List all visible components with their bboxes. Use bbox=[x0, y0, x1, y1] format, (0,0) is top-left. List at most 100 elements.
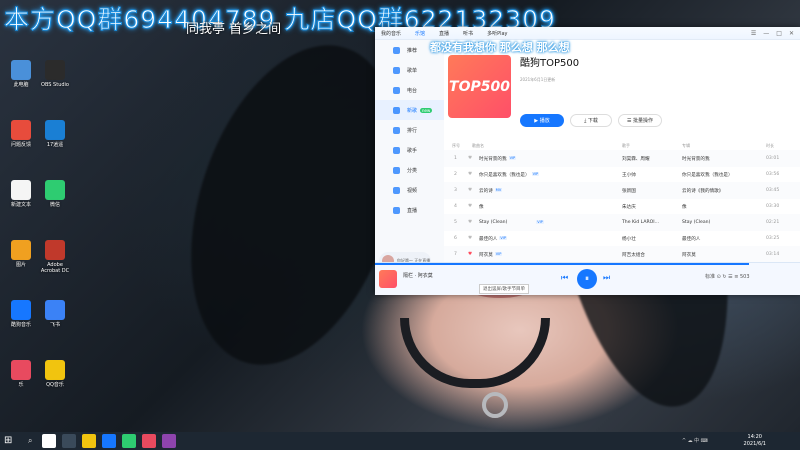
row-song[interactable]: 云的诗 bbox=[479, 188, 493, 194]
taskbar-app-icon[interactable] bbox=[162, 434, 177, 448]
batch-button[interactable]: ☰ 批量操作 bbox=[618, 114, 662, 127]
sidebar-item[interactable]: 直播 bbox=[375, 200, 444, 220]
tab-听书[interactable]: 听书 bbox=[463, 30, 473, 37]
row-artist[interactable]: 阿吉太组合 bbox=[622, 252, 645, 258]
desktop-icon[interactable]: 图片 bbox=[4, 240, 38, 268]
taskbar-app-icon[interactable] bbox=[102, 434, 117, 448]
next-icon[interactable]: ⏭ bbox=[603, 273, 610, 283]
row-artist[interactable]: 杨小壮 bbox=[622, 236, 636, 242]
row-artist[interactable]: 王小帅 bbox=[622, 172, 636, 178]
sidebar-item[interactable]: 排行 bbox=[375, 120, 444, 140]
sidebar-item[interactable]: 电台 bbox=[375, 80, 444, 100]
sidebar-item[interactable]: 新歌 new bbox=[375, 100, 444, 120]
download-button[interactable]: ⤓ 下载 bbox=[570, 114, 612, 127]
row-rank: 6 bbox=[454, 236, 457, 241]
prev-icon[interactable]: ⏮ bbox=[561, 273, 568, 283]
heart-icon[interactable]: ♥ bbox=[468, 156, 472, 161]
desktop-icon[interactable]: 飞书 bbox=[38, 300, 72, 328]
now-playing-art[interactable] bbox=[379, 270, 397, 288]
table-row[interactable]: 3 ♥ 云的诗 MV 张新国 云的诗《我的情歌》 03:45 bbox=[444, 182, 800, 199]
table-row[interactable]: 1 ♥ 时光背景的我 VIP 刘昊霖、周耀 时光背景的我 03:01 bbox=[444, 150, 800, 167]
heart-icon[interactable]: ♥ bbox=[468, 236, 472, 241]
row-artist[interactable]: 朱达庆 bbox=[622, 204, 636, 210]
sidebar-item[interactable]: 视频 bbox=[375, 180, 444, 200]
table-row[interactable]: 6 ♥ 最佳的人 VIP 杨小壮 最佳的人 03:25 bbox=[444, 230, 800, 247]
desktop-icon[interactable]: 酷狗音乐 bbox=[4, 300, 38, 328]
progress-bar[interactable] bbox=[375, 263, 749, 265]
sidebar-item-icon bbox=[393, 186, 400, 194]
row-album[interactable]: 像 bbox=[682, 204, 687, 210]
player-right-controls[interactable]: 标准 ⊙ ↻ ☰ ≡ 503 bbox=[705, 273, 750, 280]
row-song[interactable]: 最佳的人 bbox=[479, 236, 497, 242]
sidebar-item-icon bbox=[393, 126, 400, 134]
desktop-icon[interactable]: 新建文本 bbox=[4, 180, 38, 208]
heart-icon[interactable]: ♥ bbox=[468, 188, 472, 193]
close-icon[interactable]: ✕ bbox=[789, 30, 794, 37]
heart-icon[interactable]: ♥ bbox=[468, 172, 472, 177]
row-artist[interactable]: 张新国 bbox=[622, 188, 636, 194]
row-album[interactable]: 最佳的人 bbox=[682, 236, 700, 242]
row-album[interactable]: 阿衣莫 bbox=[682, 252, 696, 258]
player-bar: 隔栏 · 阿衣莫 退出竖屏/歌手节目单 ⏮ ⏸ ⏭ 标准 ⊙ ↻ ☰ ≡ 503 bbox=[375, 262, 800, 295]
playlist-cover[interactable]: TOP500 bbox=[448, 55, 511, 118]
now-playing-title: 隔栏 · 阿衣莫 bbox=[403, 273, 433, 279]
desktop-icon[interactable]: 此电脑 bbox=[4, 60, 38, 88]
row-rank: 1 bbox=[454, 156, 457, 161]
row-tag: VIP bbox=[494, 252, 503, 256]
row-song[interactable]: 阿衣莫 bbox=[479, 252, 493, 258]
row-tag: VIP bbox=[531, 172, 540, 176]
table-row[interactable]: 5 ♥ Stay (Clean) VIP The Kid LAROI... Stay (C… bbox=[444, 214, 800, 231]
desktop-icon-label: 新建文本 bbox=[10, 202, 31, 208]
heart-icon[interactable]: ♥ bbox=[468, 204, 472, 209]
system-tray[interactable]: ^ ☁ 中 ⌨ bbox=[682, 437, 708, 444]
row-album[interactable]: 你只是喜欢我（我也是） bbox=[682, 172, 733, 178]
taskbar-app-icon[interactable] bbox=[122, 434, 137, 448]
desktop-icon[interactable]: 乐 bbox=[4, 360, 38, 388]
sidebar-item[interactable]: 歌单 bbox=[375, 60, 444, 80]
row-song[interactable]: Stay (Clean) bbox=[479, 220, 507, 225]
maximize-icon[interactable]: □ bbox=[776, 30, 782, 37]
sidebar-item-icon bbox=[393, 46, 400, 54]
row-song[interactable]: 时光背景的我 bbox=[479, 156, 507, 162]
desktop-icon[interactable]: OBS Studio bbox=[38, 60, 72, 88]
sidebar-item-label: 视频 bbox=[407, 187, 418, 194]
desktop-icon[interactable]: 17逍遥 bbox=[38, 120, 72, 148]
clock[interactable]: 14:20 2021/6/1 bbox=[744, 434, 766, 448]
taskbar-app-icon[interactable] bbox=[82, 434, 97, 448]
row-album[interactable]: 云的诗《我的情歌》 bbox=[682, 188, 723, 194]
row-song[interactable]: 你只是喜欢我（我也是） bbox=[479, 172, 530, 178]
row-artist[interactable]: 刘昊霖、周耀 bbox=[622, 156, 650, 162]
heart-icon[interactable]: ♥ bbox=[468, 220, 472, 225]
table-row[interactable]: 2 ♥ 你只是喜欢我（我也是） VIP 王小帅 你只是喜欢我（我也是） 03:56 bbox=[444, 166, 800, 183]
table-row[interactable]: 7 ♥ 阿衣莫 VIP 阿吉太组合 阿衣莫 03:14 bbox=[444, 246, 800, 263]
desktop-icon[interactable]: Adobe Acrobat DC bbox=[38, 240, 72, 274]
sidebar-list: 推荐 歌单 电台 新歌 new 排行 歌手 分类 视频 直播 bbox=[375, 40, 444, 220]
sidebar-item[interactable]: 分类 bbox=[375, 160, 444, 180]
play-all-button[interactable]: ▶ 播放 bbox=[520, 114, 564, 127]
taskbar-app-icon[interactable] bbox=[142, 434, 157, 448]
taskbar-app-icon[interactable] bbox=[42, 434, 57, 448]
desktop-icon[interactable]: 微信 bbox=[38, 180, 72, 208]
row-artist[interactable]: The Kid LAROI... bbox=[622, 220, 659, 225]
header-song: 歌曲名 bbox=[472, 143, 484, 148]
tab-直播[interactable]: 直播 bbox=[439, 30, 449, 37]
minimize-icon[interactable]: — bbox=[763, 30, 769, 37]
sidebar-item[interactable]: 歌手 bbox=[375, 140, 444, 160]
row-album[interactable]: 时光背景的我 bbox=[682, 156, 710, 162]
row-album[interactable]: Stay (Clean) bbox=[682, 220, 710, 225]
search-icon[interactable]: ⌕ bbox=[28, 436, 32, 446]
sidebar-item-label: 歌单 bbox=[407, 67, 418, 74]
desktop-icon[interactable]: 问题反馈 bbox=[4, 120, 38, 148]
tab-乐馆[interactable]: 乐馆 bbox=[415, 30, 425, 37]
desktop-icon[interactable]: QQ音乐 bbox=[38, 360, 72, 388]
new-badge: new bbox=[420, 107, 433, 113]
taskbar-app-icon[interactable] bbox=[62, 434, 77, 448]
menu-icon[interactable]: ☰ bbox=[751, 30, 756, 37]
heart-icon[interactable]: ♥ bbox=[468, 252, 472, 257]
table-row[interactable]: 4 ♥ 像 朱达庆 像 03:30 bbox=[444, 198, 800, 215]
play-pause-button[interactable]: ⏸ bbox=[577, 269, 597, 289]
tab-多听Play[interactable]: 多听Play bbox=[487, 30, 507, 37]
row-song[interactable]: 像 bbox=[479, 204, 484, 210]
tab-我的音乐[interactable]: 我的音乐 bbox=[381, 30, 401, 37]
start-icon[interactable]: ⊞ bbox=[4, 434, 18, 448]
